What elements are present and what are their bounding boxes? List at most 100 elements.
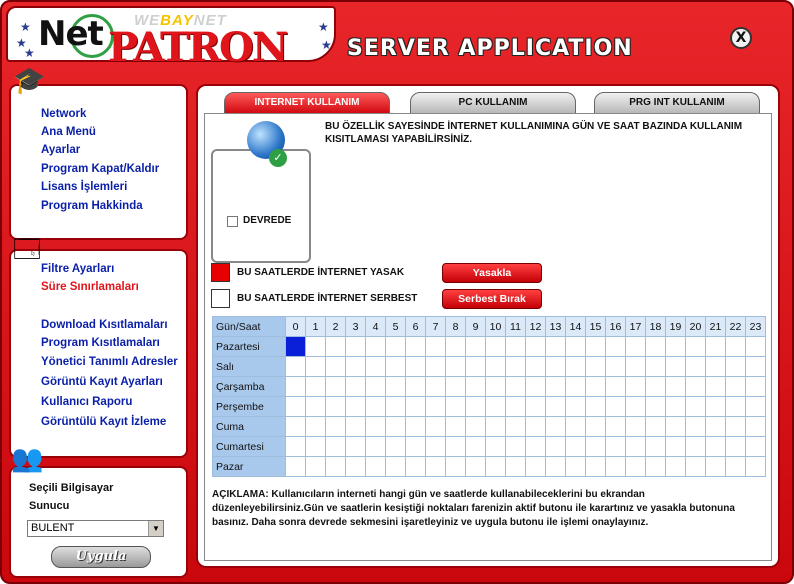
tab-pc-kullanim[interactable]: PC KULLANIM bbox=[410, 92, 576, 114]
schedule-cell[interactable] bbox=[505, 376, 526, 397]
schedule-cell[interactable] bbox=[745, 336, 766, 357]
schedule-cell[interactable] bbox=[325, 336, 346, 357]
schedule-cell[interactable] bbox=[485, 396, 506, 417]
schedule-cell[interactable] bbox=[365, 376, 386, 397]
schedule-cell[interactable] bbox=[585, 396, 606, 417]
schedule-cell[interactable] bbox=[345, 456, 366, 477]
schedule-cell[interactable] bbox=[625, 336, 646, 357]
schedule-cell[interactable] bbox=[565, 456, 586, 477]
schedule-cell[interactable] bbox=[385, 336, 406, 357]
schedule-cell[interactable] bbox=[625, 456, 646, 477]
schedule-cell[interactable] bbox=[425, 376, 446, 397]
schedule-cell[interactable] bbox=[385, 456, 406, 477]
menu-download-kisitlamalari[interactable]: Download Kısıtlamaları bbox=[41, 319, 168, 331]
schedule-cell[interactable] bbox=[445, 376, 466, 397]
schedule-cell[interactable] bbox=[325, 436, 346, 457]
schedule-cell[interactable] bbox=[565, 376, 586, 397]
schedule-cell[interactable] bbox=[405, 396, 426, 417]
schedule-cell[interactable] bbox=[425, 396, 446, 417]
free-button[interactable]: Serbest Bırak bbox=[442, 289, 542, 309]
schedule-cell[interactable] bbox=[485, 416, 506, 437]
schedule-cell[interactable] bbox=[505, 436, 526, 457]
menu-lisans[interactable]: Lisans İşlemleri bbox=[41, 181, 127, 193]
menu-filtre-ayarlari[interactable]: Filtre Ayarları bbox=[41, 263, 114, 275]
schedule-cell[interactable] bbox=[605, 416, 626, 437]
schedule-cell[interactable] bbox=[405, 376, 426, 397]
schedule-cell[interactable] bbox=[305, 436, 326, 457]
schedule-cell[interactable] bbox=[645, 336, 666, 357]
schedule-cell[interactable] bbox=[725, 396, 746, 417]
menu-ayarlar[interactable]: Ayarlar bbox=[41, 144, 80, 156]
schedule-cell[interactable] bbox=[325, 376, 346, 397]
schedule-cell[interactable] bbox=[405, 336, 426, 357]
schedule-cell[interactable] bbox=[325, 416, 346, 437]
schedule-cell[interactable] bbox=[285, 436, 306, 457]
schedule-cell[interactable] bbox=[545, 336, 566, 357]
schedule-cell[interactable] bbox=[425, 456, 446, 477]
schedule-cell[interactable] bbox=[405, 456, 426, 477]
tab-internet-kullanim[interactable]: INTERNET KULLANIM bbox=[224, 92, 390, 114]
schedule-cell[interactable] bbox=[625, 416, 646, 437]
schedule-cell[interactable] bbox=[545, 396, 566, 417]
schedule-cell[interactable] bbox=[705, 356, 726, 377]
schedule-cell[interactable] bbox=[425, 356, 446, 377]
schedule-cell[interactable] bbox=[445, 356, 466, 377]
menu-goruntulu-kayit-izleme[interactable]: Görüntülü Kayıt İzleme bbox=[41, 416, 166, 428]
schedule-cell[interactable] bbox=[705, 396, 726, 417]
schedule-cell[interactable] bbox=[545, 416, 566, 437]
schedule-cell[interactable] bbox=[485, 356, 506, 377]
schedule-cell[interactable] bbox=[285, 396, 306, 417]
schedule-cell[interactable] bbox=[665, 456, 686, 477]
schedule-cell[interactable] bbox=[285, 376, 306, 397]
schedule-cell[interactable] bbox=[285, 456, 306, 477]
schedule-cell[interactable] bbox=[345, 436, 366, 457]
schedule-cell[interactable] bbox=[305, 356, 326, 377]
schedule-cell[interactable] bbox=[745, 456, 766, 477]
schedule-cell[interactable] bbox=[685, 396, 706, 417]
schedule-cell[interactable] bbox=[705, 416, 726, 437]
schedule-cell[interactable] bbox=[725, 456, 746, 477]
schedule-cell[interactable] bbox=[465, 456, 486, 477]
schedule-cell[interactable] bbox=[305, 456, 326, 477]
schedule-cell[interactable] bbox=[325, 456, 346, 477]
schedule-cell[interactable] bbox=[445, 436, 466, 457]
menu-kullanici-raporu[interactable]: Kullanıcı Raporu bbox=[41, 396, 132, 408]
tab-prg-int-kullanim[interactable]: PRG INT KULLANIM bbox=[594, 92, 760, 114]
schedule-cell[interactable] bbox=[345, 416, 366, 437]
schedule-cell[interactable] bbox=[505, 356, 526, 377]
schedule-cell[interactable] bbox=[525, 376, 546, 397]
schedule-cell[interactable] bbox=[545, 456, 566, 477]
schedule-cell[interactable] bbox=[365, 336, 386, 357]
schedule-cell[interactable] bbox=[345, 356, 366, 377]
menu-goruntu-kayit-ayarlari[interactable]: Görüntü Kayıt Ayarları bbox=[41, 376, 163, 388]
schedule-cell[interactable] bbox=[625, 396, 646, 417]
menu-program-kapat[interactable]: Program Kapat/Kaldır bbox=[41, 163, 159, 175]
schedule-cell[interactable] bbox=[605, 396, 626, 417]
schedule-cell[interactable] bbox=[305, 376, 326, 397]
schedule-cell[interactable] bbox=[665, 336, 686, 357]
schedule-cell[interactable] bbox=[665, 416, 686, 437]
schedule-cell[interactable] bbox=[685, 456, 706, 477]
schedule-cell[interactable] bbox=[565, 396, 586, 417]
schedule-cell[interactable] bbox=[305, 416, 326, 437]
schedule-cell[interactable] bbox=[385, 416, 406, 437]
schedule-cell[interactable] bbox=[525, 456, 546, 477]
menu-network[interactable]: Network bbox=[41, 108, 86, 120]
schedule-cell[interactable] bbox=[645, 356, 666, 377]
schedule-cell[interactable] bbox=[525, 416, 546, 437]
schedule-cell[interactable] bbox=[605, 376, 626, 397]
schedule-cell[interactable] bbox=[445, 396, 466, 417]
schedule-cell[interactable] bbox=[465, 336, 486, 357]
schedule-cell[interactable] bbox=[465, 436, 486, 457]
schedule-cell[interactable] bbox=[745, 356, 766, 377]
schedule-cell[interactable] bbox=[465, 416, 486, 437]
active-checkbox[interactable] bbox=[227, 216, 238, 227]
schedule-cell[interactable] bbox=[725, 376, 746, 397]
schedule-cell[interactable] bbox=[705, 456, 726, 477]
schedule-cell[interactable] bbox=[285, 356, 306, 377]
schedule-cell[interactable] bbox=[485, 376, 506, 397]
schedule-cell[interactable] bbox=[545, 376, 566, 397]
schedule-cell[interactable] bbox=[605, 436, 626, 457]
schedule-cell[interactable] bbox=[365, 396, 386, 417]
schedule-cell[interactable] bbox=[405, 356, 426, 377]
